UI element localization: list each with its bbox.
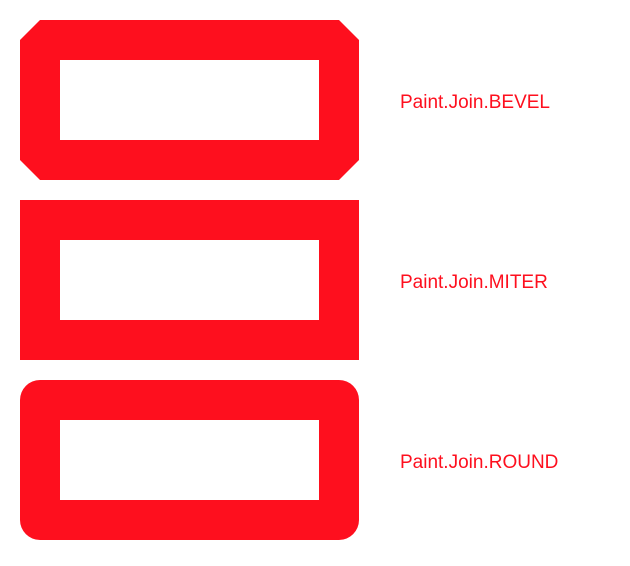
miter-join-label: Paint.Join.MITER [400, 272, 548, 293]
bevel-join-label: Paint.Join.BEVEL [400, 92, 550, 113]
miter-join-rectangle [20, 200, 359, 360]
round-join-label: Paint.Join.ROUND [400, 452, 559, 473]
round-join-rectangle [20, 380, 359, 540]
bevel-join-rectangle [20, 20, 359, 180]
paint-join-demo: Paint.Join.BEVEL Paint.Join.MITER Paint.… [0, 0, 630, 566]
